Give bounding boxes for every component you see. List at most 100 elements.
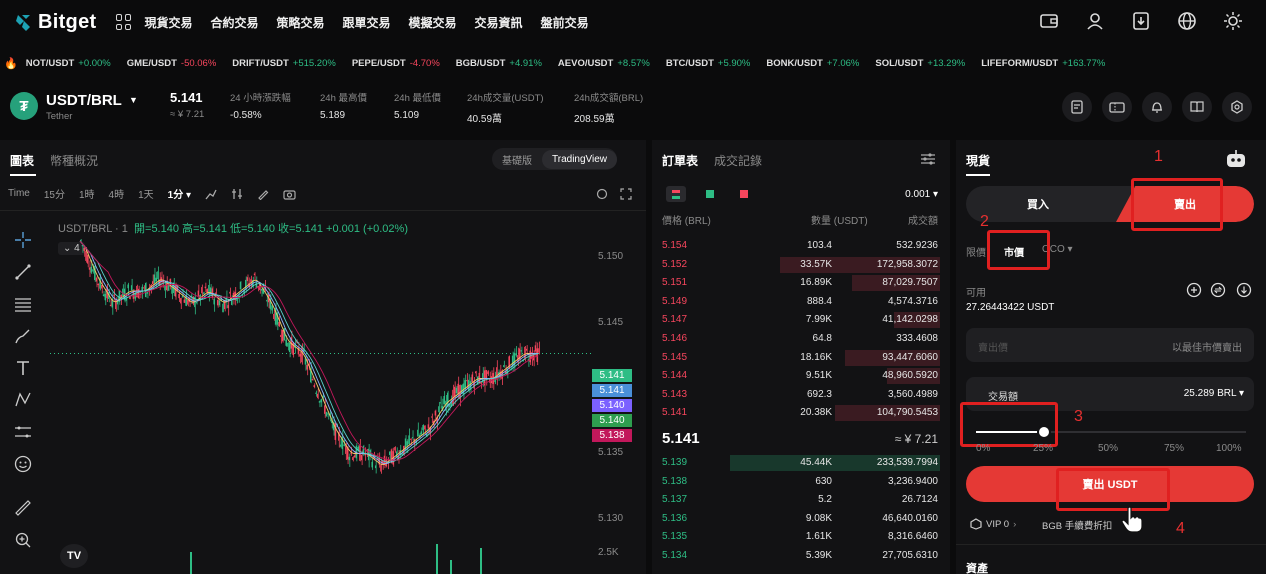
candlestick-chart[interactable] — [40, 216, 592, 574]
interval-4h[interactable]: 4時 — [109, 186, 125, 201]
order-book-row[interactable]: 5.134 5.39K 27,705.6310 — [660, 547, 940, 566]
emoji-icon[interactable] — [8, 448, 38, 480]
add-funds-icon[interactable] — [1186, 282, 1202, 298]
ticker-item[interactable]: SOL/USDT +13.29% — [875, 58, 965, 69]
order-type-limit[interactable]: 限價 — [966, 244, 986, 259]
download-icon[interactable] — [1130, 10, 1152, 32]
ticket-icon[interactable] — [1102, 92, 1132, 122]
ticker-item[interactable]: BTC/USDT +5.90% — [666, 58, 751, 69]
transfer-icon[interactable] — [1210, 282, 1226, 298]
bell-icon[interactable] — [1142, 92, 1172, 122]
order-book-row[interactable]: 5.138 630 3,236.9400 — [660, 473, 940, 492]
order-book-row[interactable]: 5.151 16.89K 87,029.7507 — [660, 274, 940, 293]
withdraw-icon[interactable] — [1236, 282, 1252, 298]
tab-spot[interactable]: 現貨 — [966, 152, 990, 169]
order-book-row[interactable]: 5.135 1.61K 8,316.6460 — [660, 528, 940, 547]
menu-copy-trading[interactable]: 跟單交易 — [343, 14, 391, 31]
order-book-row[interactable]: 5.146 64.8 333.4608 — [660, 330, 940, 349]
view-both-icon[interactable] — [666, 186, 686, 202]
ticker-item[interactable]: DRIFT/USDT +515.20% — [232, 58, 336, 69]
camera-icon[interactable] — [283, 188, 296, 200]
menu-trading-info[interactable]: 交易資訊 — [475, 14, 523, 31]
ticker-item[interactable]: AEVO/USDT +8.57% — [558, 58, 650, 69]
menu-demo-trading[interactable]: 模擬交易 — [409, 14, 457, 31]
ticker-item[interactable]: BONK/USDT +7.06% — [766, 58, 859, 69]
view-basic[interactable]: 基礎版 — [492, 148, 542, 171]
tradingview-logo[interactable]: TV — [60, 544, 88, 568]
ticker-item[interactable]: PEPE/USDT -4.70% — [352, 58, 440, 69]
view-tradingview[interactable]: TradingView — [542, 149, 618, 169]
order-book-row[interactable]: 5.154 103.4 532.9236 — [660, 237, 940, 256]
menu-futures[interactable]: 合約交易 — [210, 14, 258, 31]
compare-icon[interactable] — [231, 188, 243, 200]
pencil-icon[interactable] — [257, 188, 269, 200]
pct-75[interactable]: 75% — [1164, 443, 1184, 454]
view-asks-icon[interactable] — [734, 186, 754, 202]
pct-25[interactable]: 25% — [1033, 443, 1053, 454]
pct-50[interactable]: 50% — [1098, 443, 1118, 454]
tab-order-book[interactable]: 訂單表 — [662, 152, 698, 169]
ruler-icon[interactable] — [8, 492, 38, 524]
bgb-fee-discount[interactable]: BGB 手續費折扣 — [1042, 518, 1112, 532]
amount-value[interactable]: 25.289 BRL ▾ — [1184, 388, 1244, 399]
pair-name[interactable]: USDT/BRL — [46, 92, 122, 109]
interval-time[interactable]: Time — [8, 188, 30, 199]
apps-grid-icon[interactable] — [116, 14, 132, 30]
settings-icon[interactable] — [1222, 92, 1252, 122]
sell-price-input[interactable]: 賣出價 以最佳市價賣出 — [966, 328, 1254, 362]
menu-pre-market[interactable]: 盤前交易 — [541, 14, 589, 31]
pattern-icon[interactable] — [8, 384, 38, 416]
order-book-row[interactable]: 5.144 9.51K 48,960.5920 — [660, 367, 940, 386]
candle — [137, 288, 140, 299]
ticker-item[interactable]: NOT/USDT +0.00% — [26, 58, 111, 69]
globe-icon[interactable] — [1176, 10, 1198, 32]
menu-strategy[interactable]: 策略交易 — [277, 14, 325, 31]
theme-sun-icon[interactable] — [1222, 10, 1244, 32]
interval-1h[interactable]: 1時 — [79, 186, 95, 201]
horizontal-lines-icon[interactable] — [8, 288, 38, 320]
order-book-row[interactable]: 5.137 5.2 26.7124 — [660, 491, 940, 510]
pct-0[interactable]: 0% — [976, 443, 990, 454]
ticker-item[interactable]: LIFEFORM/USDT +163.77% — [981, 58, 1105, 69]
order-book-row[interactable]: 5.152 33.57K 172,958.3072 — [660, 256, 940, 275]
order-book-row[interactable]: 5.136 9.08K 46,640.0160 — [660, 510, 940, 529]
candle — [446, 392, 449, 407]
order-book-row[interactable]: 5.147 7.99K 41,142.0298 — [660, 311, 940, 330]
text-tool-icon[interactable] — [8, 352, 38, 384]
bitget-logo[interactable]: Bitget — [14, 11, 96, 34]
precision-select[interactable]: 0.001 ▾ — [905, 189, 938, 200]
tab-trade-history[interactable]: 成交記錄 — [714, 152, 762, 169]
order-qty: 5.2 — [818, 494, 832, 506]
wallet-icon[interactable] — [1038, 10, 1060, 32]
pair-dropdown-icon[interactable]: ▼ — [129, 95, 138, 105]
brush-icon[interactable] — [8, 320, 38, 352]
interval-15m[interactable]: 15分 — [44, 186, 65, 201]
order-book-row[interactable]: 5.141 20.38K 104,790.5453 — [660, 404, 940, 423]
user-icon[interactable] — [1084, 10, 1106, 32]
tab-coin-overview[interactable]: 幣種概況 — [50, 152, 98, 169]
trend-line-icon[interactable] — [8, 256, 38, 288]
measure-icon[interactable] — [8, 416, 38, 448]
view-bids-icon[interactable] — [700, 186, 720, 202]
bot-icon[interactable] — [1224, 148, 1248, 170]
ticker-item[interactable]: BGB/USDT +4.91% — [456, 58, 542, 69]
order-book-row[interactable]: 5.149 888.4 4,574.3716 — [660, 293, 940, 312]
vip-badge[interactable]: VIP 0 › — [970, 518, 1016, 530]
order-book-row[interactable]: 5.143 692.3 3,560.4989 — [660, 386, 940, 405]
crosshair-icon[interactable] — [8, 224, 38, 256]
indicator-icon[interactable] — [205, 188, 217, 200]
tab-chart[interactable]: 圖表 — [10, 152, 34, 169]
interval-1d[interactable]: 1天 — [138, 186, 154, 201]
fullscreen-icon[interactable] — [620, 188, 632, 200]
book-icon[interactable] — [1182, 92, 1212, 122]
book-settings-icon[interactable] — [920, 152, 936, 166]
menu-spot[interactable]: 現貨交易 — [144, 14, 192, 31]
notes-icon[interactable] — [1062, 92, 1092, 122]
order-book-row[interactable]: 5.145 18.16K 93,447.6060 — [660, 349, 940, 368]
refresh-icon[interactable] — [596, 188, 608, 200]
pct-100[interactable]: 100% — [1216, 443, 1242, 454]
ticker-item[interactable]: GME/USDT -50.06% — [127, 58, 217, 69]
interval-1m[interactable]: 1分 ▾ — [168, 186, 191, 201]
zoom-in-icon[interactable] — [8, 524, 38, 556]
order-book-row[interactable]: 5.139 45.44K 233,539.7994 — [660, 454, 940, 473]
